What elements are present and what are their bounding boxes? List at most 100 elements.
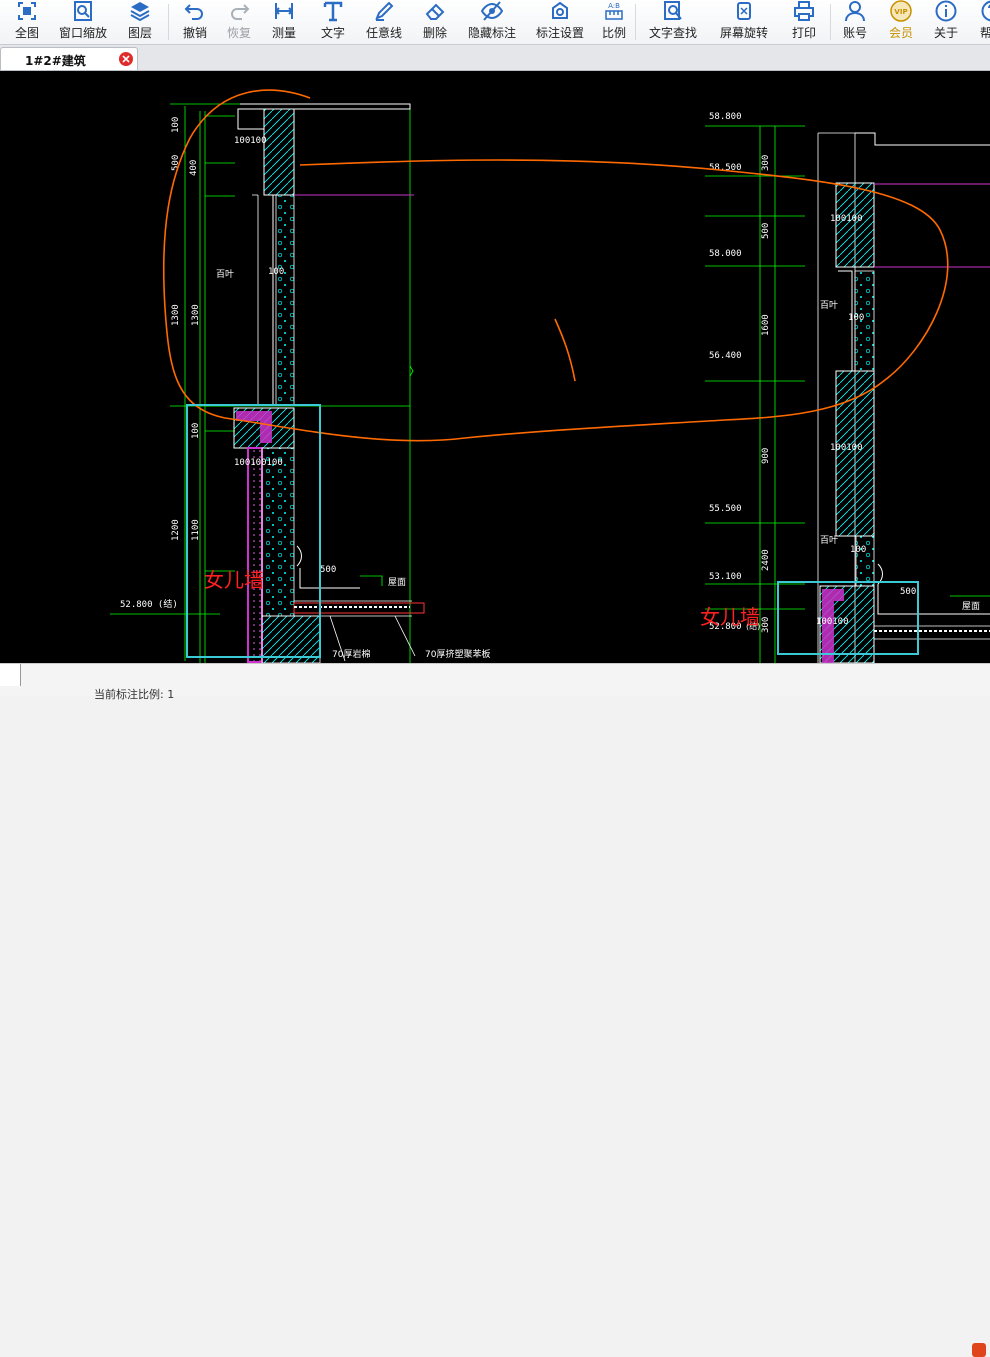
dim-text: 500 [320, 565, 336, 575]
elevation-label: 58.000 [709, 249, 742, 259]
scale-icon: A:B [603, 0, 625, 22]
full-view-icon [16, 0, 38, 22]
toolbar-label: 图层 [128, 26, 152, 40]
dim-text: 900 [761, 448, 771, 464]
toolbar-label: 关于 [934, 26, 958, 40]
screen-rotate-button[interactable]: 屏幕旋转 [710, 0, 778, 44]
dim-text: 100 [171, 117, 181, 133]
info-icon [935, 0, 957, 22]
dim-text: 400 [189, 160, 199, 176]
window-zoom-icon [72, 0, 94, 22]
toolbar-label: 屏幕旋转 [720, 26, 768, 40]
louver-label: 百叶 [216, 269, 234, 280]
account-button[interactable]: 账号 [831, 0, 879, 44]
cad-drawing: 100 400 500 1300 1300 100 1100 1200 1001… [0, 71, 990, 663]
louver-label: 百叶 [820, 300, 838, 311]
about-button[interactable]: 关于 [923, 0, 969, 44]
hide-annotation-button[interactable]: 隐藏标注 [457, 0, 527, 44]
status-bar: 当前标注比例: 1 [0, 663, 990, 696]
elevation-label: 52.800 (结) [120, 598, 178, 610]
elevation-label: 56.400 [709, 351, 742, 361]
drawing-canvas[interactable]: 100 400 500 1300 1300 100 1100 1200 1001… [0, 71, 990, 663]
vip-icon: VIP [890, 0, 912, 22]
markup-stroke [555, 319, 575, 381]
right-wall-section: 58.800 58.500 58.000 56.400 55.500 53.10… [705, 112, 990, 663]
toolbar-label: 删除 [423, 26, 447, 40]
toolbar-label: 全图 [15, 26, 39, 40]
toolbar-label: 恢复 [227, 26, 251, 40]
dim-text: 300 [761, 155, 771, 171]
toolbar-label: 撤销 [183, 26, 207, 40]
wall-label: 100100 [234, 136, 267, 146]
toolbar-label: 帮助 [980, 26, 990, 40]
delete-button[interactable]: 删除 [413, 0, 457, 44]
wall-label: 100 [848, 313, 864, 323]
wall-label: 100100100 [234, 458, 283, 468]
toolbar-label: 文字 [321, 26, 345, 40]
undo-button[interactable]: 撤销 [169, 0, 221, 44]
command-line-stub [0, 664, 21, 686]
layers-button[interactable]: 图层 [112, 0, 168, 44]
toolbar-label: 窗口缩放 [59, 26, 107, 40]
dim-text: 1300 [191, 304, 201, 326]
vip-badge: VIP [894, 8, 907, 16]
redo-icon [228, 0, 250, 22]
help-button[interactable]: 帮助 [969, 0, 990, 44]
full-view-button[interactable]: 全图 [0, 0, 54, 44]
scale-button[interactable]: A:B 比例 [593, 0, 635, 44]
dim-text: 500 [900, 587, 916, 597]
toolbar-label: 文字查找 [649, 26, 697, 40]
parapet-markup-label: 女儿墙 [204, 568, 264, 592]
wall-label: 100100 [816, 617, 849, 627]
text-button[interactable]: 文字 [311, 0, 355, 44]
close-tab-button[interactable] [119, 52, 133, 66]
wall-label: 100100 [830, 214, 863, 224]
dim-text: 1200 [171, 519, 181, 541]
toolbar-label: 会员 [889, 26, 913, 40]
app-logo-icon [972, 1343, 986, 1357]
vip-button[interactable]: VIP 会员 [879, 0, 923, 44]
document-tab[interactable]: 1#2#建筑 [0, 47, 138, 70]
document-tab-label: 1#2#建筑 [25, 52, 86, 69]
dim-text: 1600 [761, 314, 771, 336]
toolbar-label: 比例 [602, 26, 626, 40]
roof-label: 屋面 [962, 601, 980, 612]
toolbar-label: 打印 [792, 26, 816, 40]
elevation-label: 55.500 [709, 504, 742, 514]
text-search-button[interactable]: 文字查找 [636, 0, 710, 44]
note-label: 70厚岩棉 [332, 648, 370, 660]
close-icon [119, 52, 133, 66]
dim-text: 100 [191, 423, 201, 439]
dim-text: 1300 [171, 304, 181, 326]
window-zoom-button[interactable]: 窗口缩放 [54, 0, 112, 44]
toolbar-label: 隐藏标注 [468, 26, 516, 40]
dim-text: 500 [761, 223, 771, 239]
measure-button[interactable]: 测量 [257, 0, 311, 44]
annotation-settings-icon [549, 0, 571, 22]
print-button[interactable]: 打印 [778, 0, 830, 44]
status-text: 当前标注比例: 1 [94, 686, 174, 702]
louver-label: 百叶 [820, 535, 838, 546]
roof-label: 屋面 [388, 577, 406, 588]
toolbar: 全图 窗口缩放 图层 撤销 恢复 测量 文字 任意线 删除 隐藏标注 标注设置 [0, 0, 990, 45]
pen-icon [373, 0, 395, 22]
dim-text: 1100 [191, 519, 201, 541]
toolbar-label: 测量 [272, 26, 296, 40]
ab-badge: A:B [608, 2, 620, 10]
wall-label: 100 [850, 545, 866, 555]
text-icon [322, 0, 344, 22]
left-wall-section: 100 400 500 1300 1300 100 1100 1200 1001… [110, 104, 490, 663]
text-search-icon [662, 0, 684, 22]
wall-label: 100 [268, 267, 284, 277]
annotation-settings-button[interactable]: 标注设置 [527, 0, 593, 44]
note-label: 70厚挤塑聚苯板 [425, 648, 490, 660]
dim-text: 2400 [761, 549, 771, 571]
redo-button[interactable]: 恢复 [221, 0, 257, 44]
toolbar-label: 任意线 [366, 26, 402, 40]
eraser-icon [424, 0, 446, 22]
measure-icon [273, 0, 295, 22]
dim-text: 300 [761, 617, 771, 633]
parapet-markup-label: 女儿墙 [700, 605, 760, 629]
account-icon [844, 0, 866, 22]
freehand-line-button[interactable]: 任意线 [355, 0, 413, 44]
